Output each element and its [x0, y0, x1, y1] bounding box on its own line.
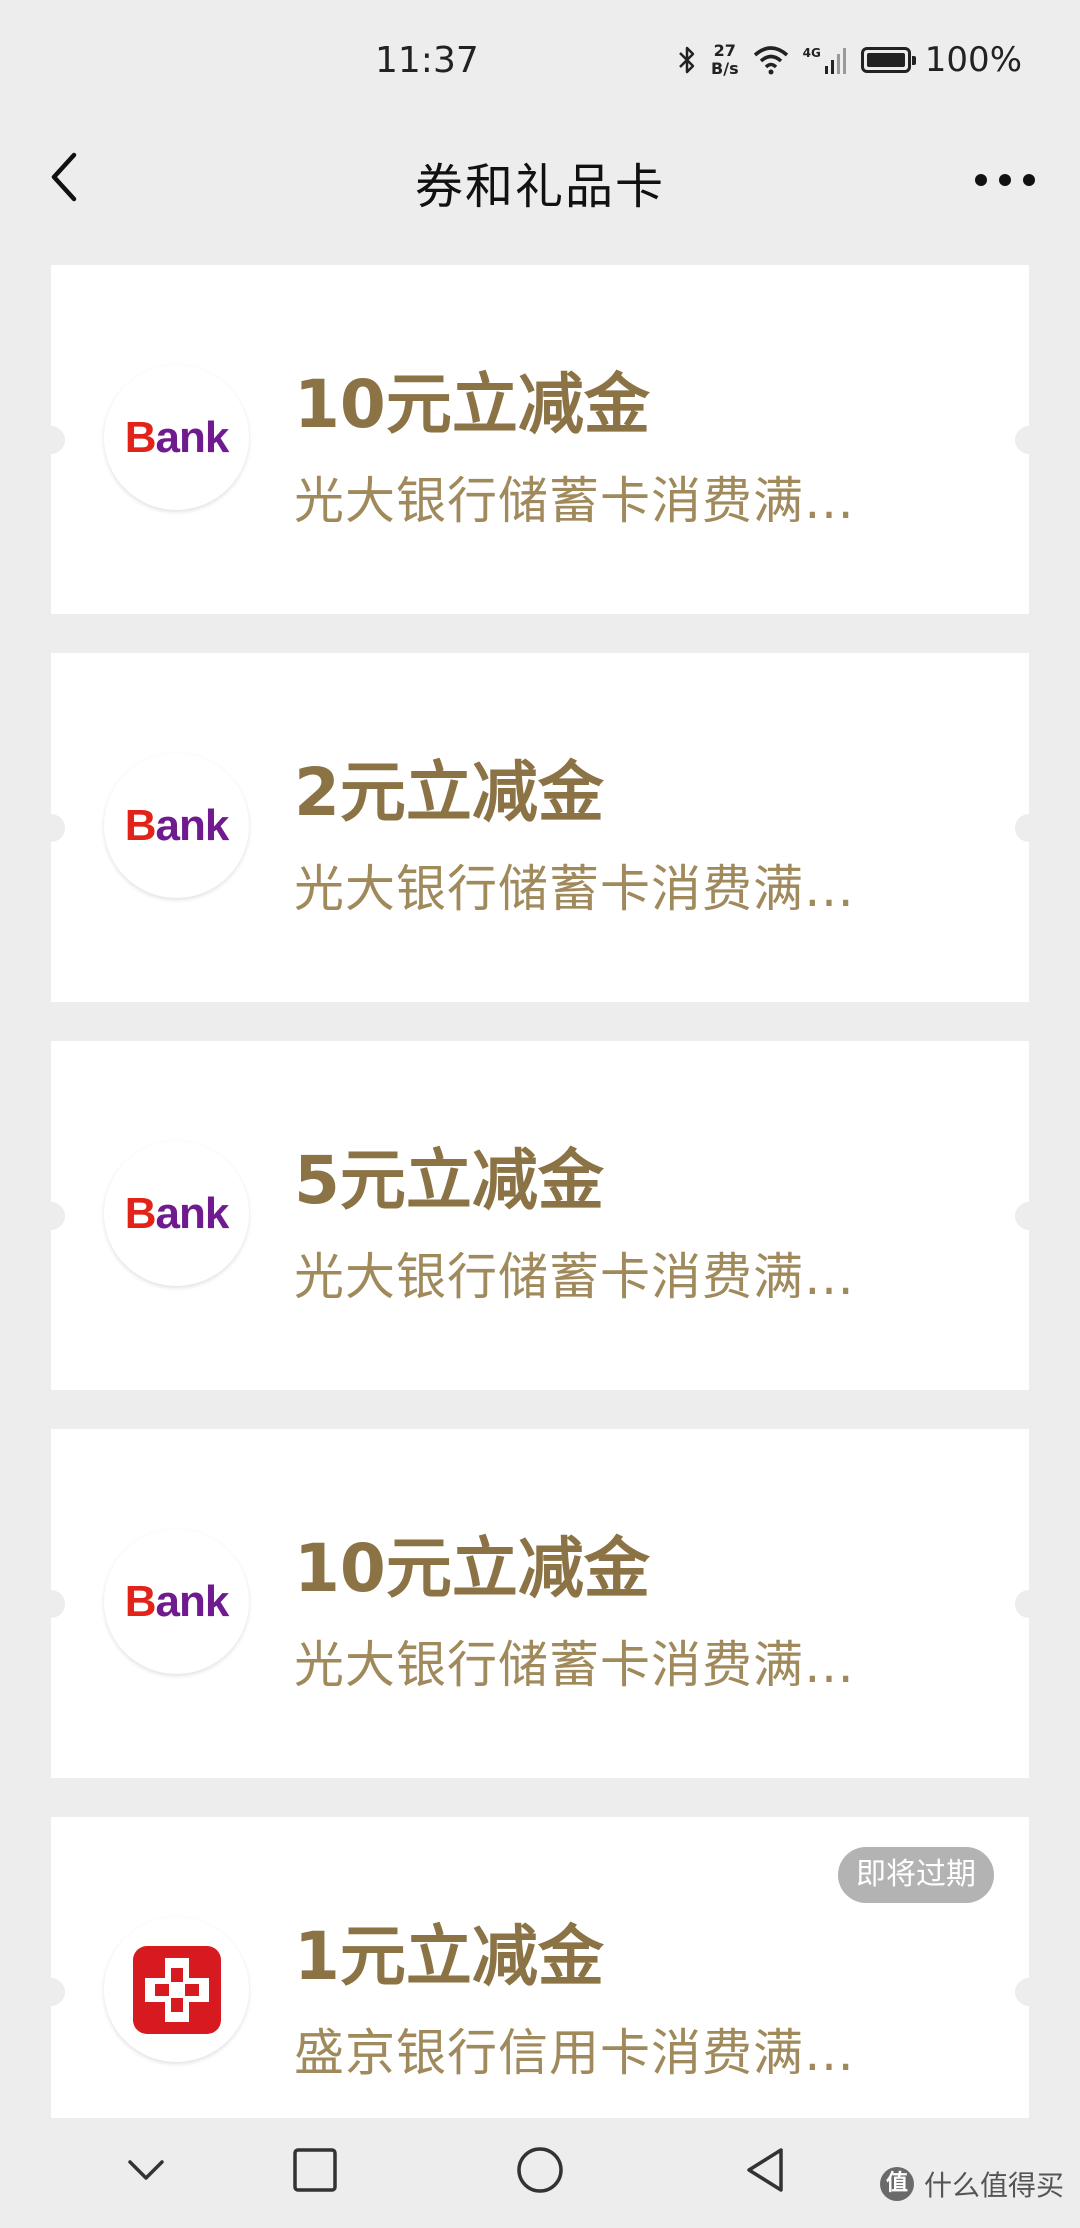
ticket-notch-right: [1015, 1589, 1029, 1618]
home-button[interactable]: [510, 2140, 570, 2200]
back-nav-button[interactable]: [735, 2140, 795, 2200]
coupon-list: Bank 10元立减金 光大银行储蓄卡消费满… Bank 2元立减金 光大银行储…: [51, 265, 1029, 2118]
more-button[interactable]: [970, 155, 1040, 205]
coupon-title: 1元立减金: [294, 1918, 604, 1995]
more-dots-icon: [975, 174, 1035, 186]
ticket-notch-left: [51, 813, 65, 842]
ticket-notch-right: [1015, 813, 1029, 842]
coupon-description: 光大银行储蓄卡消费满…: [294, 1248, 855, 1306]
everbright-bank-logo-text: Bank: [124, 412, 230, 462]
network-speed-value: 27: [713, 41, 736, 60]
ticket-notch-right: [1015, 1977, 1029, 2006]
coupon-card[interactable]: Bank 2元立减金 光大银行储蓄卡消费满…: [51, 653, 1029, 1002]
triangle-back-icon: [747, 2148, 783, 2192]
signal-indicator: 4G: [803, 46, 847, 74]
watermark: 值 什么值得买: [879, 2164, 1064, 2204]
ticket-notch-left: [51, 1977, 65, 2006]
square-icon: [293, 2148, 337, 2192]
status-time: 11:37: [375, 40, 479, 81]
system-nav-bar: 值 什么值得买: [0, 2118, 1080, 2228]
coupon-title: 5元立减金: [294, 1142, 604, 1219]
ticket-notch-left: [51, 1201, 65, 1230]
network-speed: 27 B/s: [711, 42, 739, 78]
coupon-card[interactable]: Bank 5元立减金 光大银行储蓄卡消费满…: [51, 1041, 1029, 1390]
network-type-label: 4G: [802, 46, 821, 60]
everbright-bank-logo-text: Bank: [124, 1188, 230, 1238]
ticket-notch-left: [51, 1589, 65, 1618]
nav-bar: 券和礼品卡: [0, 125, 1080, 235]
network-speed-unit: B/s: [711, 59, 739, 78]
circle-icon: [517, 2147, 563, 2193]
coupon-card[interactable]: Bank 10元立减金 光大银行储蓄卡消费满…: [51, 265, 1029, 614]
everbright-bank-logo: Bank: [104, 1141, 249, 1286]
battery-icon: [860, 47, 916, 73]
coupon-title: 10元立减金: [294, 366, 650, 443]
collapse-button[interactable]: [116, 2140, 176, 2200]
ticket-notch-left: [51, 425, 65, 454]
everbright-bank-logo: Bank: [104, 753, 249, 898]
battery-fill: [866, 53, 905, 67]
status-bar: 11:37 27 B/s 4G 100%: [0, 0, 1080, 125]
everbright-bank-logo: Bank: [104, 1529, 249, 1674]
watermark-text: 什么值得买: [923, 2169, 1064, 2202]
ticket-notch-right: [1015, 1201, 1029, 1230]
page-title: 券和礼品卡: [414, 159, 665, 215]
coupon-description: 光大银行储蓄卡消费满…: [294, 860, 855, 918]
status-icons: 27 B/s 4G 100%: [677, 40, 1022, 80]
recent-apps-button[interactable]: [285, 2140, 345, 2200]
watermark-logo-icon: 值: [879, 2167, 914, 2201]
everbright-bank-logo-text: Bank: [124, 800, 230, 850]
shengjing-bank-logo: [104, 1917, 249, 2062]
everbright-bank-logo: Bank: [104, 365, 249, 510]
expiring-soon-badge: 即将过期: [838, 1847, 994, 1903]
everbright-bank-logo-text: Bank: [124, 1576, 230, 1626]
bluetooth-icon: [679, 46, 695, 74]
wifi-icon: [753, 46, 788, 75]
coupon-title: 10元立减金: [294, 1530, 650, 1607]
coupon-description: 光大银行储蓄卡消费满…: [294, 1636, 855, 1694]
coupon-description: 盛京银行信用卡消费满…: [294, 2024, 855, 2082]
ticket-notch-right: [1015, 425, 1029, 454]
coupon-card[interactable]: 即将过期 1元立减金 盛京银行信用卡消费满…: [51, 1817, 1029, 2118]
shengjing-bank-logo-icon: [132, 1945, 221, 2034]
coupon-title: 2元立减金: [294, 754, 604, 831]
chevron-down-icon: [128, 2160, 164, 2180]
coupon-description: 光大银行储蓄卡消费满…: [294, 472, 855, 530]
signal-icon: [824, 48, 846, 74]
coupon-card[interactable]: Bank 10元立减金 光大银行储蓄卡消费满…: [51, 1429, 1029, 1778]
battery-percent: 100%: [924, 40, 1022, 80]
